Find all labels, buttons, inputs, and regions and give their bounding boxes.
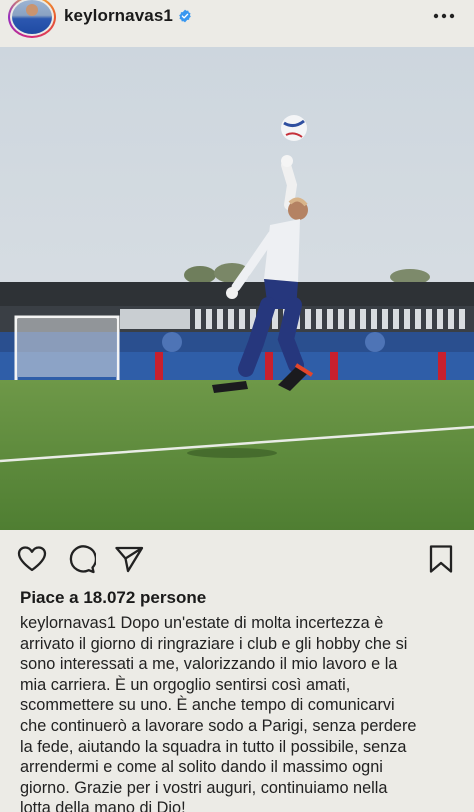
caption-username[interactable]: keylornavas1 xyxy=(20,614,116,632)
caption-line: arrivato il giorno di ringraziare i club… xyxy=(20,634,408,653)
action-bar xyxy=(0,540,474,578)
likes-count[interactable]: Piace a 18.072 persone xyxy=(20,588,206,608)
post-photo[interactable] xyxy=(0,47,474,530)
send-icon[interactable] xyxy=(114,544,144,574)
caption-line: scommettere su uno. È anche tempo di com… xyxy=(20,696,395,715)
caption-line: lotta della mano di Dio! xyxy=(20,799,186,812)
more-horizontal-icon[interactable] xyxy=(432,8,456,24)
caption-line: arrendermi e come al solito dando il mas… xyxy=(20,758,383,777)
caption-line: giorno. Grazie per i vostri auguri, cont… xyxy=(20,778,388,797)
username-text: keylornavas1 xyxy=(64,6,173,25)
verified-badge-icon xyxy=(179,9,191,23)
caption-line: la fede, aiutando la squadra in tutto il… xyxy=(20,737,407,756)
post-header: keylornavas1 xyxy=(0,0,474,40)
caption-line: mia carriera. È un orgoglio sentirsi cos… xyxy=(20,675,351,694)
caption-line: keylornavas1 Dopo un'estate di molta inc… xyxy=(20,614,384,632)
bookmark-icon[interactable] xyxy=(426,544,456,574)
caption-line: che continuerò a lavorare sodo a Parigi,… xyxy=(20,716,417,735)
username-link[interactable]: keylornavas1 xyxy=(64,6,192,26)
post-caption: keylornavas1 Dopo un'estate di molta inc… xyxy=(20,613,460,812)
caption-line: sono interessati a me, valorizzando il m… xyxy=(20,655,398,674)
heart-icon[interactable] xyxy=(17,544,47,574)
comment-icon[interactable] xyxy=(66,544,96,574)
avatar[interactable] xyxy=(8,0,56,38)
